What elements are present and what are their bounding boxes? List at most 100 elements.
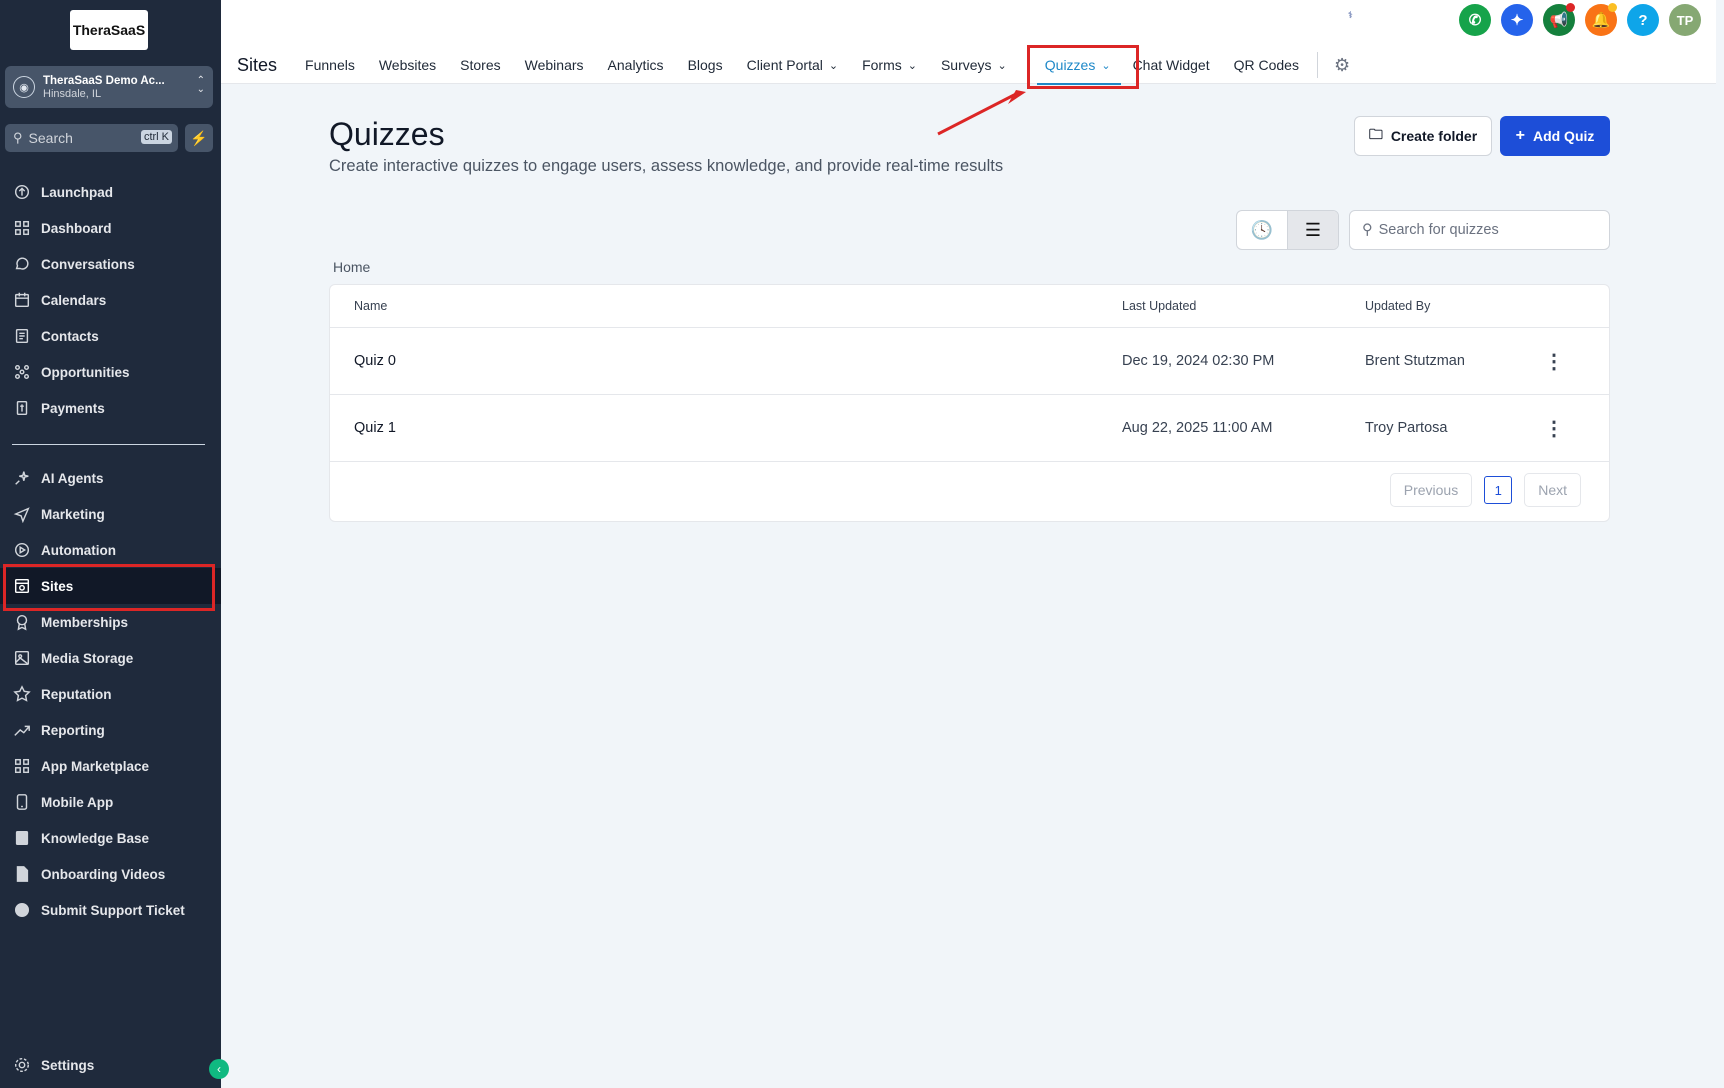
more-options-icon[interactable]: ⋮ — [1544, 416, 1564, 441]
list-view-icon[interactable]: ☰ — [1287, 211, 1338, 249]
book-icon — [12, 828, 32, 848]
trend-icon — [12, 720, 32, 740]
tab-qr-codes[interactable]: QR Codes — [1234, 57, 1299, 73]
chevron-down-icon: ⌄ — [997, 59, 1007, 72]
automation-icon — [12, 540, 32, 560]
chevron-down-icon: ⌄ — [907, 59, 917, 72]
sidebar-item-reporting[interactable]: Reporting — [0, 712, 221, 748]
sidebar-item-label: Calendars — [41, 292, 107, 308]
tab-webinars[interactable]: Webinars — [525, 57, 584, 73]
tab-divider — [1316, 52, 1318, 78]
sidebar-item-reputation[interactable]: Reputation — [0, 676, 221, 712]
table-row[interactable]: Quiz 1 Aug 22, 2025 11:00 AM Troy Partos… — [330, 395, 1609, 462]
sidebar-item-conversations[interactable]: Conversations — [0, 246, 221, 282]
create-folder-button[interactable]: 🗀 Create folder — [1354, 116, 1492, 156]
quiz-search-input[interactable]: ⚲ Search for quizzes — [1349, 210, 1610, 250]
quiz-name[interactable]: Quiz 0 — [354, 353, 396, 369]
sidebar-item-submit-support-ticket[interactable]: Submit Support Ticket — [0, 892, 221, 928]
sidebar-item-knowledge-base[interactable]: Knowledge Base — [0, 820, 221, 856]
quizzes-highlight-box — [1027, 45, 1139, 89]
sidebar-item-dashboard[interactable]: Dashboard — [0, 210, 221, 246]
sidebar-item-media-storage[interactable]: Media Storage — [0, 640, 221, 676]
sidebar-item-payments[interactable]: Payments — [0, 390, 221, 426]
phone-icon[interactable]: ✆ — [1459, 4, 1491, 36]
page-number-button[interactable]: 1 — [1484, 476, 1513, 504]
video-file-icon — [12, 864, 32, 884]
folder-plus-icon: 🗀 — [1368, 126, 1383, 142]
collapse-sidebar-icon[interactable]: ‹ — [209, 1059, 229, 1079]
sidebar-item-opportunities[interactable]: Opportunities — [0, 354, 221, 390]
sidebar-item-contacts[interactable]: Contacts — [0, 318, 221, 354]
sidebar-item-mobile-app[interactable]: Mobile App — [0, 784, 221, 820]
next-button[interactable]: Next — [1524, 473, 1581, 507]
quiz-name[interactable]: Quiz 1 — [354, 420, 396, 436]
quiz-updated-by: Troy Partosa — [1365, 420, 1448, 436]
tab-funnels[interactable]: Funnels — [305, 57, 355, 73]
sites-tabs: Sites Funnels Websites Stores Webinars A… — [221, 46, 1350, 85]
sidebar-item-label: Submit Support Ticket — [41, 902, 185, 918]
sidebar-item-settings[interactable]: Settings — [0, 1047, 221, 1083]
quiz-updated-by: Brent Stutzman — [1365, 353, 1465, 369]
tab-chat-widget[interactable]: Chat Widget — [1133, 57, 1210, 73]
sidebar: TheraSaaS ◉ TheraSaaS Demo Ac... Hinsdal… — [0, 0, 229, 1088]
sidebar-item-label: Opportunities — [41, 364, 130, 380]
sidebar-item-onboarding-videos[interactable]: Onboarding Videos — [0, 856, 221, 892]
gear-icon[interactable]: ⚙ — [1334, 55, 1350, 76]
image-icon — [12, 648, 32, 668]
avatar[interactable]: TP — [1669, 4, 1701, 36]
grid-icon — [12, 218, 32, 238]
opportunities-icon — [12, 362, 32, 382]
mobile-icon — [12, 792, 32, 812]
sidebar-item-label: AI Agents — [41, 470, 104, 486]
sidebar-search[interactable]: ⚲ Search ctrl K — [5, 124, 178, 152]
plus-icon: + — [1515, 127, 1525, 144]
rocket-icon — [12, 182, 32, 202]
sidebar-item-label: App Marketplace — [41, 758, 150, 774]
sidebar-item-automation[interactable]: Automation — [0, 532, 221, 568]
table-row[interactable]: Quiz 0 Dec 19, 2024 02:30 PM Brent Stutz… — [330, 328, 1609, 395]
sidebar-item-label: Knowledge Base — [41, 830, 150, 846]
tab-stores[interactable]: Stores — [460, 57, 500, 73]
sidebar-item-launchpad[interactable]: Launchpad — [0, 174, 221, 210]
sidebar-item-label: Launchpad — [41, 184, 114, 200]
sidebar-item-ai-agents[interactable]: AI Agents — [0, 460, 221, 496]
tab-analytics[interactable]: Analytics — [608, 57, 664, 73]
account-location: Hinsdale, IL — [43, 87, 102, 100]
calendar-icon — [12, 290, 32, 310]
add-quiz-label: Add Quiz — [1532, 128, 1595, 144]
sidebar-item-label: Media Storage — [41, 650, 134, 666]
tab-forms[interactable]: Forms ⌄ — [862, 57, 917, 73]
breadcrumb[interactable]: Home — [333, 259, 370, 275]
notification-dot — [1608, 3, 1617, 12]
help-icon[interactable]: ? — [1627, 4, 1659, 36]
add-quiz-button[interactable]: + Add Quiz — [1500, 116, 1610, 156]
sidebar-divider — [12, 444, 205, 445]
clock-icon[interactable]: 🕓 — [1237, 211, 1287, 249]
more-options-icon[interactable]: ⋮ — [1544, 349, 1564, 374]
create-folder-label: Create folder — [1390, 128, 1478, 144]
headset-icon — [12, 900, 32, 920]
section-title: Sites — [237, 54, 278, 75]
sidebar-item-label: Onboarding Videos — [41, 866, 166, 882]
sidebar-item-label: Conversations — [41, 256, 135, 272]
tab-blogs[interactable]: Blogs — [688, 57, 723, 73]
account-switcher[interactable]: ◉ TheraSaaS Demo Ac... Hinsdale, IL ⌃ ⌄ — [5, 66, 213, 108]
sidebar-item-label: Payments — [41, 400, 105, 416]
send-icon — [12, 504, 32, 524]
sidebar-item-calendars[interactable]: Calendars — [0, 282, 221, 318]
tab-client-portal[interactable]: Client Portal ⌄ — [747, 57, 838, 73]
brand-logo-text: TheraSaaS — [72, 22, 146, 38]
ai-sparkle-icon[interactable]: ✦ — [1501, 4, 1533, 36]
sidebar-item-label: Mobile App — [41, 794, 114, 810]
contacts-icon — [12, 326, 32, 346]
tab-websites[interactable]: Websites — [379, 57, 436, 73]
quick-actions-bolt-icon[interactable]: ⚡ — [185, 124, 213, 152]
page-title: Quizzes — [329, 116, 445, 152]
sidebar-item-marketing[interactable]: Marketing — [0, 496, 221, 532]
sidebar-item-app-marketplace[interactable]: App Marketplace — [0, 748, 221, 784]
previous-button[interactable]: Previous — [1389, 473, 1473, 507]
sites-highlight-box — [3, 564, 215, 611]
brand-logo[interactable]: TheraSaaS — [70, 10, 148, 50]
tab-surveys[interactable]: Surveys ⌄ — [941, 57, 1007, 73]
account-name: TheraSaaS Demo Ac... — [43, 74, 165, 87]
